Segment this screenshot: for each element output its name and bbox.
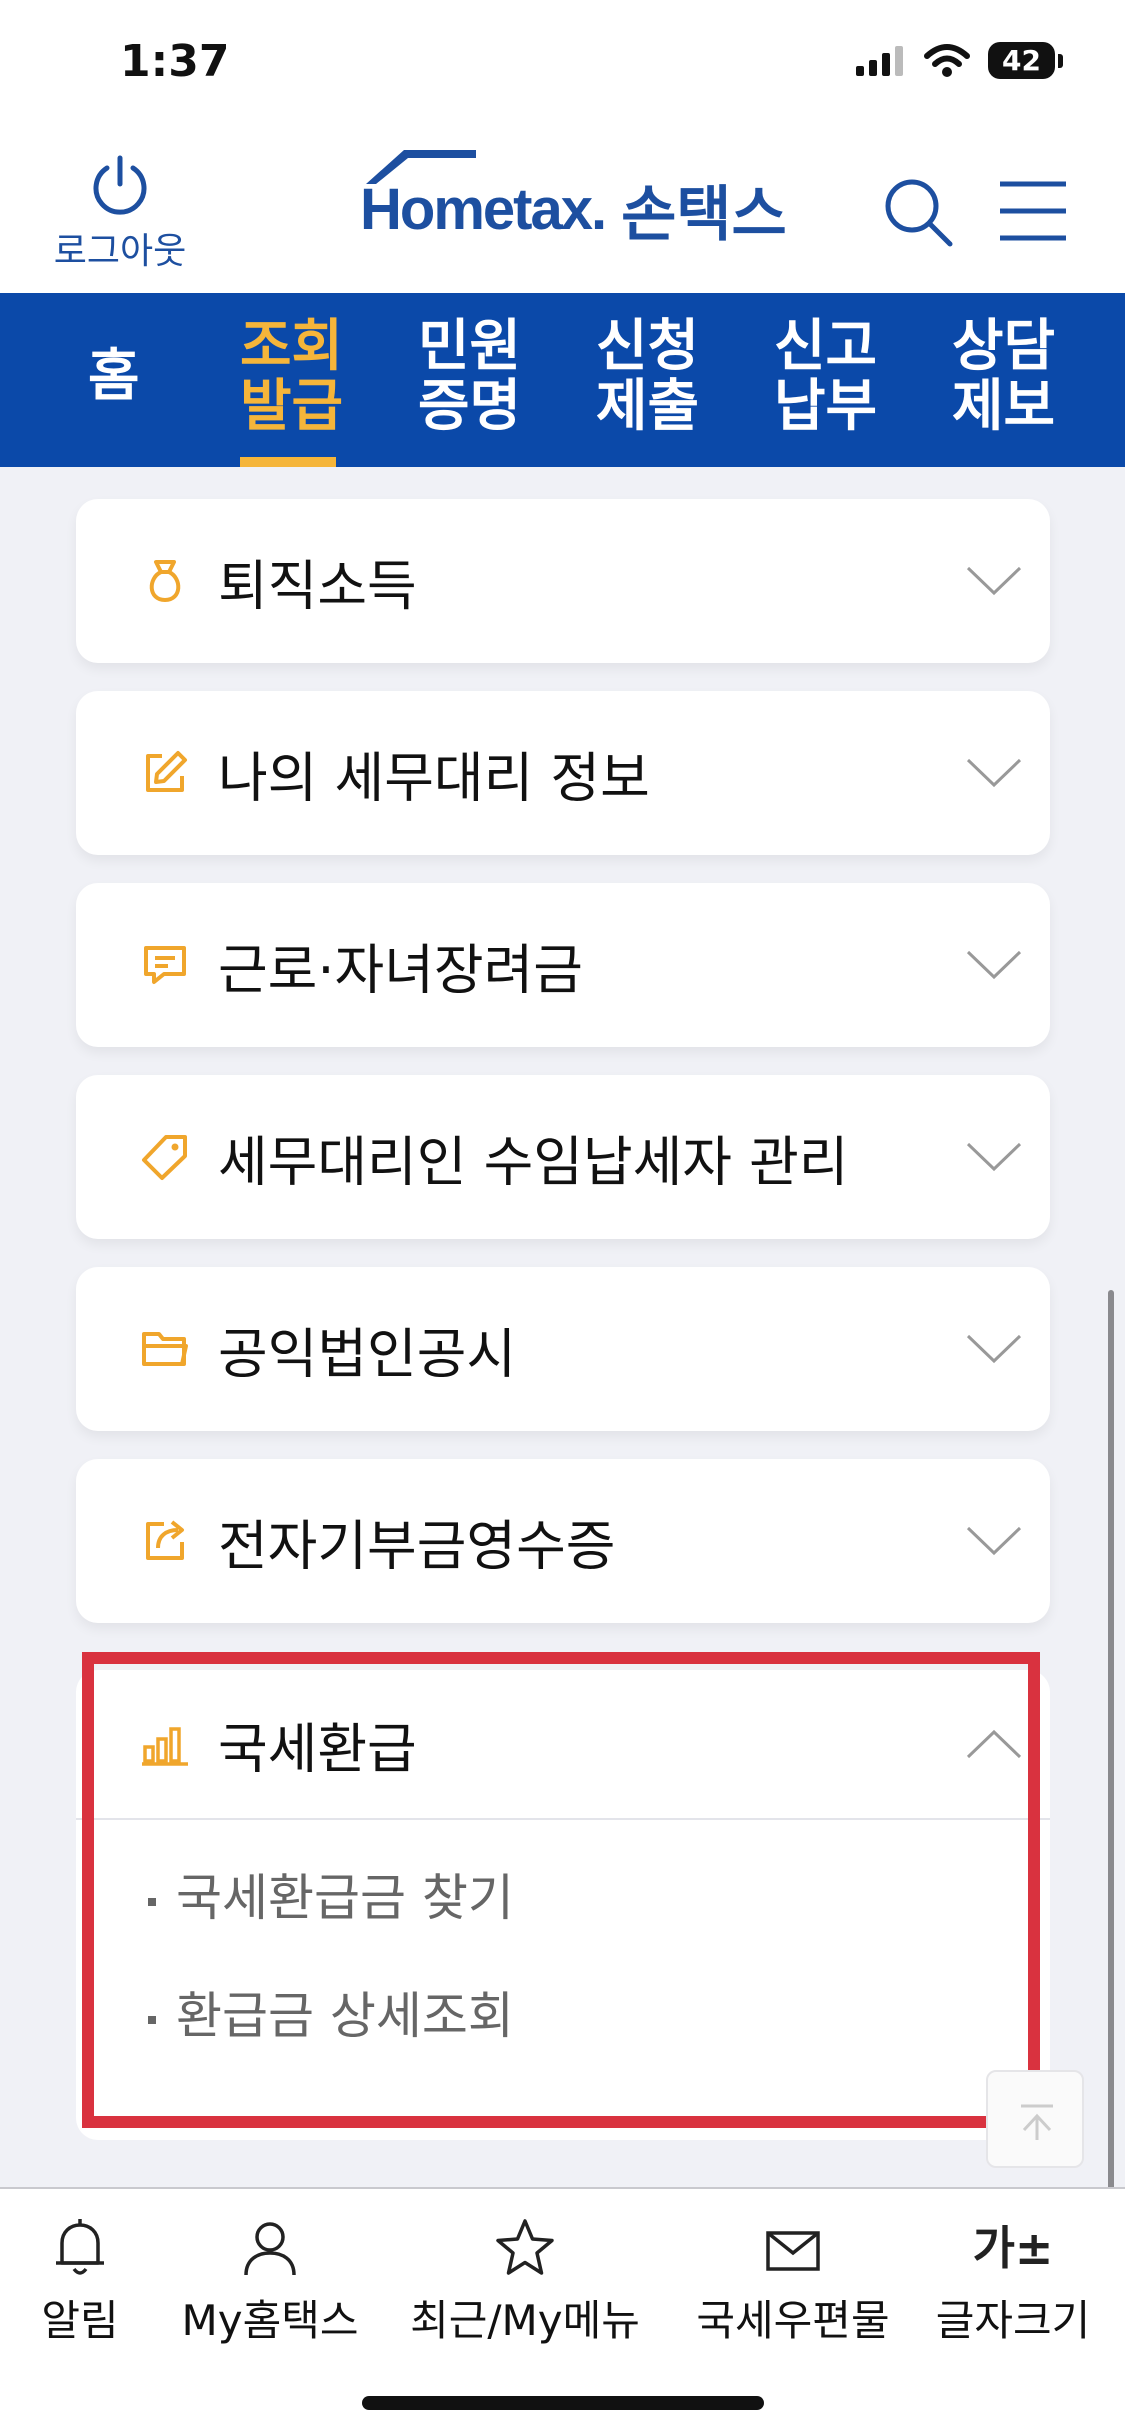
nav-tab-filing[interactable]: 신고 납부 [774,317,877,437]
nav-active-indicator [240,457,336,467]
nav-tab-application[interactable]: 신청 제출 [596,317,699,437]
chevron-down-icon [966,1334,1022,1364]
home-indicator [362,2396,764,2410]
signal-icon [856,45,904,76]
message-icon [144,946,186,984]
menu-card-label: 전자기부금영수증 [218,1514,616,1578]
edit-icon [146,751,187,792]
tab-label: 알림 [41,2296,119,2345]
bullet-icon [148,2015,156,2024]
menu-card-tax-refund-expanded: 국세환급 국세환급금 찾기 환급금 상세조회 [76,1670,1050,2140]
tab-recent-my-menu[interactable]: 최근/My메뉴 [410,2217,640,2348]
logo-roof-icon [366,150,476,184]
menu-card-label: 근로·자녀장려금 [218,938,583,1002]
menu-card-earned-income-credit[interactable]: 근로·자녀장려금 [76,883,1050,1047]
scroll-top-button[interactable] [986,2070,1084,2168]
tab-tax-mail[interactable]: 국세우편물 [688,2217,898,2348]
nav-tab-certificate[interactable]: 민원 증명 [418,317,521,437]
mail-icon [766,2231,820,2271]
menu-card-donation-receipt[interactable]: 전자기부금영수증 [76,1459,1050,1623]
submenu-refund-detail-inquiry[interactable]: 환급금 상세조회 [148,1976,514,2048]
menu-card-label: 공익법인공시 [218,1322,517,1386]
menu-list: 퇴직소득 나의 세무대리 정보 근로·자녀장려금 세무대리인 수임납세자 관리 … [0,467,1125,2187]
menu-card-label: 퇴직소득 [218,554,417,618]
page: 1:37 42 로그아웃 Hometax. 손택스 홈 조회 발급 민원 증명 … [0,0,1125,2436]
tab-label: My홈택스 [181,2296,359,2345]
bullet-icon [148,1897,156,1906]
tab-label: 국세우편물 [696,2296,890,2345]
logout-label: 로그아웃 [53,231,187,272]
menu-card-client-management[interactable]: 세무대리인 수임납세자 관리 [76,1075,1050,1239]
battery-indicator: 42 [988,42,1063,79]
chevron-up-icon [966,1729,1022,1759]
bar-chart-icon [142,1727,188,1766]
hometax-logo[interactable]: Hometax. 손택스 [360,150,787,253]
menu-card-public-interest-disclosure[interactable]: 공익법인공시 [76,1267,1050,1431]
submenu-find-tax-refund[interactable]: 국세환급금 찾기 [148,1858,514,1930]
arrow-up-icon [1021,2104,1053,2140]
hamburger-menu-icon[interactable] [998,178,1068,244]
menu-card-tax-agent-info[interactable]: 나의 세무대리 정보 [76,691,1050,855]
logo-text-en: Hometax. [360,150,607,243]
nav-tab-consulting[interactable]: 상담 제보 [952,317,1055,437]
logo-text-ko: 손택스 [621,180,787,250]
tab-font-size[interactable]: 가± 글자크기 [928,2217,1098,2348]
star-icon [496,2219,554,2275]
chevron-down-icon [966,950,1022,980]
menu-card-label: 나의 세무대리 정보 [218,746,650,810]
status-time: 1:37 [120,36,230,87]
nav-tab-inquiry[interactable]: 조회 발급 [240,317,343,437]
chevron-down-icon [966,758,1022,788]
main-nav: 홈 조회 발급 민원 증명 신청 제출 신고 납부 상담 제보 [0,293,1125,467]
tab-label: 글자크기 [935,2296,1091,2345]
app-header: 로그아웃 Hometax. 손택스 [0,130,1125,293]
tab-my-hometax[interactable]: My홈택스 [170,2217,370,2348]
font-size-icon: 가± [972,2221,1054,2275]
scrollbar[interactable] [1108,1290,1114,2300]
nav-tab-home[interactable]: 홈 [88,347,140,407]
search-icon[interactable] [880,174,956,250]
wifi-icon [924,43,971,77]
status-indicators: 42 [856,42,1063,79]
tab-label: 최근/My메뉴 [410,2296,640,2345]
tag-icon [142,1135,187,1180]
menu-card-label: 세무대리인 수임납세자 관리 [218,1130,849,1194]
chevron-down-icon [966,566,1022,596]
money-bag-icon [149,560,181,603]
user-icon [244,2222,296,2276]
share-icon [146,1520,184,1560]
menu-card-tax-refund-header[interactable]: 국세환급 [76,1670,1050,1820]
tab-notifications[interactable]: 알림 [28,2217,132,2348]
status-bar: 1:37 42 [0,0,1125,130]
logout-button[interactable]: 로그아웃 [50,154,190,274]
menu-card-retirement-income[interactable]: 퇴직소득 [76,499,1050,663]
power-icon [93,155,147,215]
bell-icon [56,2219,104,2275]
chevron-down-icon [966,1142,1022,1172]
folder-icon [142,1332,188,1366]
chevron-down-icon [966,1526,1022,1556]
menu-card-label: 국세환급 [218,1717,417,1781]
